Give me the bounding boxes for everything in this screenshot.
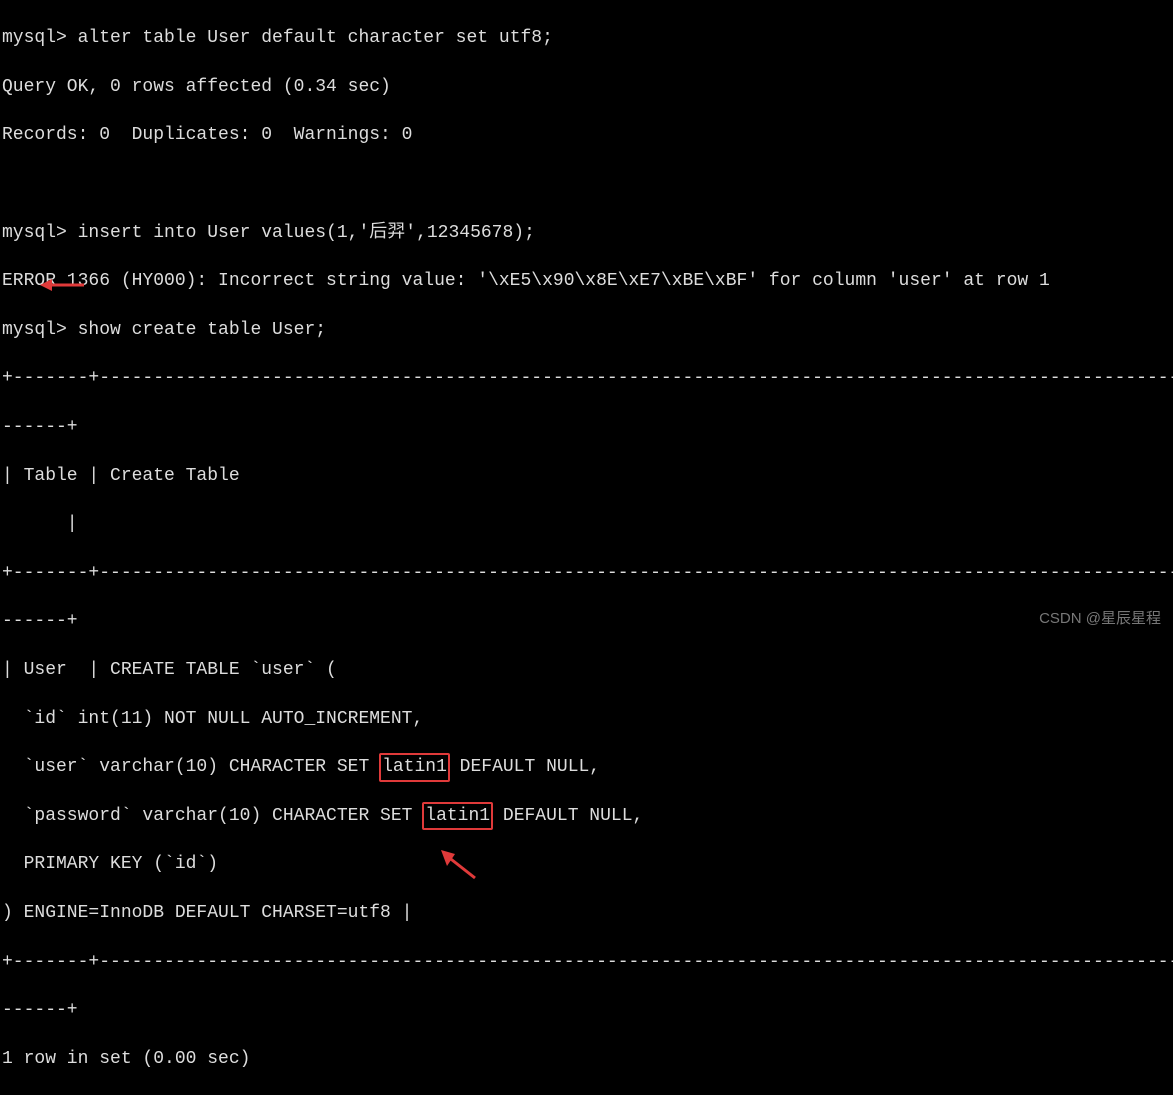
separator-line: ------+: [2, 609, 1173, 633]
row-text: DEFAULT NULL,: [449, 757, 600, 777]
prompt: mysql>: [2, 320, 67, 340]
separator-line: ------+: [2, 998, 1173, 1022]
table-row: `password` varchar(10) CHARACTER SET lat…: [2, 804, 1173, 828]
separator-line: ------+: [2, 415, 1173, 439]
separator-line: +-------+-------------------------------…: [2, 366, 1173, 390]
output-line: mysql> alter table User default characte…: [2, 26, 1173, 50]
table-row: PRIMARY KEY (`id`): [2, 852, 1173, 876]
highlight-latin1-1: latin1: [379, 753, 450, 781]
table-header: | Table | Create Table: [2, 464, 1173, 488]
blank-line: [2, 172, 1173, 196]
error-line: ERROR 1366 (HY000): Incorrect string val…: [2, 269, 1173, 293]
watermark: CSDN @星辰星程: [1039, 609, 1161, 629]
separator-line: +-------+-------------------------------…: [2, 950, 1173, 974]
row-text: PRIMARY KEY (`id`): [2, 854, 218, 874]
table-row: `user` varchar(10) CHARACTER SET latin1 …: [2, 755, 1173, 779]
output-line: Query OK, 0 rows affected (0.34 sec): [2, 75, 1173, 99]
command-text: alter table User default character set u…: [78, 28, 553, 48]
command-text: insert into User values(1,'后羿',12345678)…: [78, 223, 535, 243]
table-row: `id` int(11) NOT NULL AUTO_INCREMENT,: [2, 707, 1173, 731]
separator-line: +-------+-------------------------------…: [2, 561, 1173, 585]
row-text: DEFAULT NULL,: [492, 806, 643, 826]
row-text: `password` varchar(10) CHARACTER SET: [2, 806, 423, 826]
table-row: ) ENGINE=InnoDB DEFAULT CHARSET=utf8 |: [2, 901, 1173, 925]
table-header-cont: |: [2, 512, 1173, 536]
error-text: ERROR 1366 (HY000): Incorrect string val…: [2, 271, 1050, 291]
output-line: mysql> insert into User values(1,'后羿',12…: [2, 221, 1173, 245]
highlight-latin1-2: latin1: [422, 802, 493, 830]
row-text: `user` varchar(10) CHARACTER SET: [2, 757, 380, 777]
terminal-output[interactable]: mysql> alter table User default characte…: [0, 0, 1173, 1095]
output-line: Records: 0 Duplicates: 0 Warnings: 0: [2, 123, 1173, 147]
arrow-icon: [437, 850, 477, 880]
prompt: mysql>: [2, 223, 67, 243]
command-text: show create table User;: [78, 320, 326, 340]
output-line: mysql> show create table User;: [2, 318, 1173, 342]
output-line: 1 row in set (0.00 sec): [2, 1047, 1173, 1071]
prompt: mysql>: [2, 28, 67, 48]
table-row: | User | CREATE TABLE `user` (: [2, 658, 1173, 682]
